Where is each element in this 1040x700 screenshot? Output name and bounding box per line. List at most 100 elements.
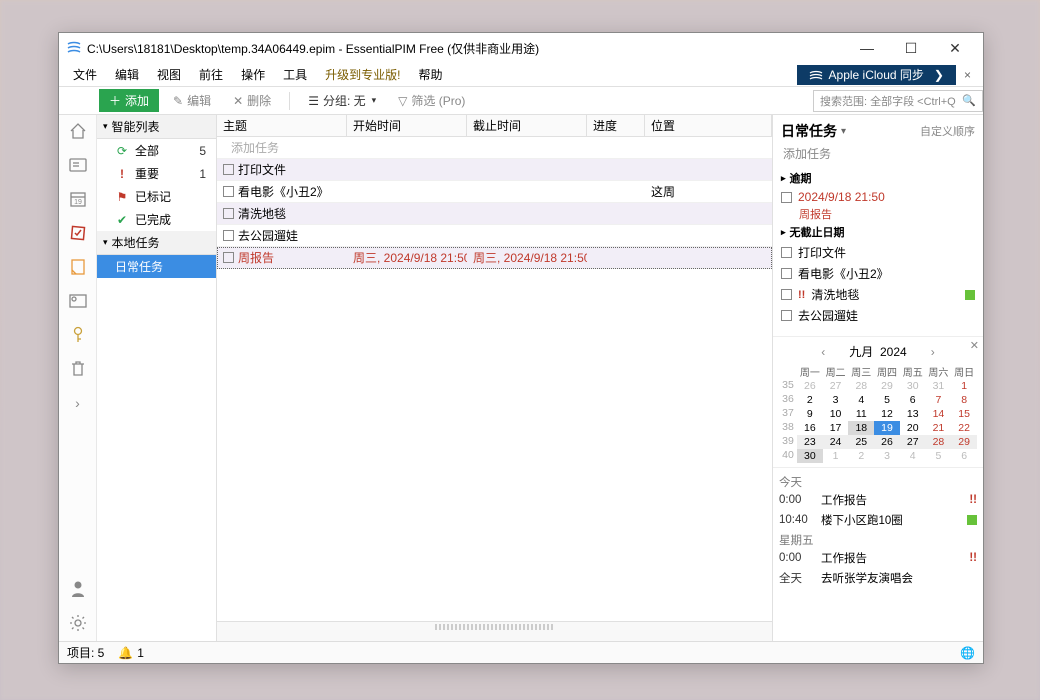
checkbox[interactable] xyxy=(781,268,792,279)
checkbox[interactable] xyxy=(223,252,234,263)
col-subject[interactable]: 主题 xyxy=(217,115,347,136)
menu-help[interactable]: 帮助 xyxy=(410,64,450,85)
rail-settings-icon[interactable] xyxy=(68,613,88,633)
minimize-button[interactable]: — xyxy=(847,34,887,62)
delete-button[interactable]: ✕删除 xyxy=(225,89,279,112)
cal-day[interactable]: 8 xyxy=(951,393,977,407)
nodue-section[interactable]: ▸无截止日期 xyxy=(773,222,983,242)
menu-upgrade[interactable]: 升级到专业版! xyxy=(317,64,408,85)
cal-day[interactable]: 5 xyxy=(926,449,952,463)
cal-day[interactable]: 28 xyxy=(848,379,874,393)
menu-edit[interactable]: 编辑 xyxy=(107,64,147,85)
checkbox[interactable] xyxy=(781,310,792,321)
sidebar-item-important[interactable]: !重要1 xyxy=(97,162,216,185)
checkbox[interactable] xyxy=(223,186,234,197)
chevron-down-icon[interactable]: ▾ xyxy=(841,126,846,137)
panel-task-item[interactable]: 去公园遛娃 xyxy=(773,305,983,326)
panel-task-item[interactable]: 看电影《小丑2》 xyxy=(773,263,983,284)
agenda-event[interactable]: 0:00工作报告!! xyxy=(779,548,977,568)
search-input[interactable]: 搜索范围: 全部字段 <Ctrl+Q 🔍 xyxy=(813,90,983,112)
overdue-section[interactable]: ▸逾期 xyxy=(773,168,983,188)
banner-close-button[interactable]: × xyxy=(958,68,977,82)
rail-contacts-icon[interactable] xyxy=(68,155,88,175)
rail-password-icon[interactable] xyxy=(68,325,88,345)
cal-day[interactable]: 29 xyxy=(874,379,900,393)
splitter[interactable] xyxy=(217,621,772,641)
maximize-button[interactable]: ☐ xyxy=(891,34,931,62)
cal-day[interactable]: 5 xyxy=(874,393,900,407)
local-tasks-header[interactable]: ▾本地任务 xyxy=(97,231,216,255)
filter-button[interactable]: ▽筛选 (Pro) xyxy=(390,89,473,112)
rail-mail-icon[interactable] xyxy=(68,291,88,311)
sidebar-item-sync[interactable]: ⟳全部5 xyxy=(97,139,216,162)
table-row[interactable]: 周报告周三, 2024/9/18 21:50周三, 2024/9/18 21:5… xyxy=(217,247,772,269)
cal-day[interactable]: 12 xyxy=(874,407,900,421)
smart-lists-header[interactable]: ▾智能列表 xyxy=(97,115,216,139)
rail-more-icon[interactable]: › xyxy=(68,393,88,413)
rail-home-icon[interactable] xyxy=(68,121,88,141)
sort-order[interactable]: 自定义顺序 xyxy=(920,123,975,139)
overdue-task[interactable]: 2024/9/18 21:50 xyxy=(773,188,983,206)
cal-day[interactable]: 27 xyxy=(823,379,849,393)
cal-day[interactable]: 4 xyxy=(848,393,874,407)
checkbox[interactable] xyxy=(781,192,792,203)
cal-day[interactable]: 30 xyxy=(900,379,926,393)
cal-day[interactable]: 21 xyxy=(926,421,952,435)
cal-day[interactable]: 3 xyxy=(823,393,849,407)
menu-go[interactable]: 前往 xyxy=(191,64,231,85)
cal-day[interactable]: 10 xyxy=(823,407,849,421)
cal-day[interactable]: 20 xyxy=(900,421,926,435)
col-location[interactable]: 位置 xyxy=(645,115,772,136)
checkbox[interactable] xyxy=(223,230,234,241)
cal-day[interactable]: 29 xyxy=(951,435,977,449)
col-progress[interactable]: 进度 xyxy=(587,115,645,136)
cal-day[interactable]: 22 xyxy=(951,421,977,435)
calendar-close-icon[interactable]: ✕ xyxy=(970,339,979,352)
checkbox[interactable] xyxy=(223,164,234,175)
rail-calendar-icon[interactable]: 19 xyxy=(68,189,88,209)
cal-day[interactable]: 2 xyxy=(848,449,874,463)
cal-day[interactable]: 24 xyxy=(823,435,849,449)
group-button[interactable]: ☰分组: 无▾ xyxy=(300,89,384,112)
menu-tools[interactable]: 工具 xyxy=(275,64,315,85)
cal-day[interactable]: 4 xyxy=(900,449,926,463)
cal-day[interactable]: 6 xyxy=(900,393,926,407)
cal-day[interactable]: 23 xyxy=(797,435,823,449)
menu-action[interactable]: 操作 xyxy=(233,64,273,85)
cal-next-button[interactable]: › xyxy=(931,345,935,359)
rail-tasks-icon[interactable] xyxy=(68,223,88,243)
cal-day[interactable]: 1 xyxy=(951,379,977,393)
add-button[interactable]: ＋添加 xyxy=(99,89,159,112)
add-task-row[interactable]: 添加任务 xyxy=(217,137,772,159)
cal-day[interactable]: 14 xyxy=(926,407,952,421)
sidebar-item-flag[interactable]: ⚑已标记 xyxy=(97,185,216,208)
agenda-event[interactable]: 全天去听张学友演唱会 xyxy=(779,568,977,588)
cal-month-year[interactable]: 九月 2024 xyxy=(849,343,906,360)
cal-day[interactable]: 1 xyxy=(823,449,849,463)
cal-day[interactable]: 6 xyxy=(951,449,977,463)
panel-task-item[interactable]: 打印文件 xyxy=(773,242,983,263)
panel-add-task[interactable]: 添加任务 xyxy=(773,143,983,168)
table-row[interactable]: 看电影《小丑2》这周 xyxy=(217,181,772,203)
status-notifications[interactable]: 🔔1 xyxy=(118,646,144,660)
menu-file[interactable]: 文件 xyxy=(65,64,105,85)
col-due[interactable]: 截止时间 xyxy=(467,115,587,136)
cal-day[interactable]: 26 xyxy=(874,435,900,449)
cal-day[interactable]: 9 xyxy=(797,407,823,421)
cal-day[interactable]: 26 xyxy=(797,379,823,393)
agenda-event[interactable]: 10:40楼下小区跑10圈 xyxy=(779,510,977,530)
panel-task-item[interactable]: !!清洗地毯 xyxy=(773,284,983,305)
checkbox[interactable] xyxy=(781,247,792,258)
cal-prev-button[interactable]: ‹ xyxy=(821,345,825,359)
cal-day[interactable]: 27 xyxy=(900,435,926,449)
cal-day[interactable]: 3 xyxy=(874,449,900,463)
sidebar-item-done[interactable]: ✔已完成 xyxy=(97,208,216,231)
table-row[interactable]: 去公园遛娃 xyxy=(217,225,772,247)
rail-notes-icon[interactable] xyxy=(68,257,88,277)
cal-day[interactable]: 15 xyxy=(951,407,977,421)
rail-trash-icon[interactable] xyxy=(68,359,88,379)
table-row[interactable]: 打印文件 xyxy=(217,159,772,181)
cal-day[interactable]: 17 xyxy=(823,421,849,435)
cal-day[interactable]: 2 xyxy=(797,393,823,407)
checkbox[interactable] xyxy=(223,208,234,219)
